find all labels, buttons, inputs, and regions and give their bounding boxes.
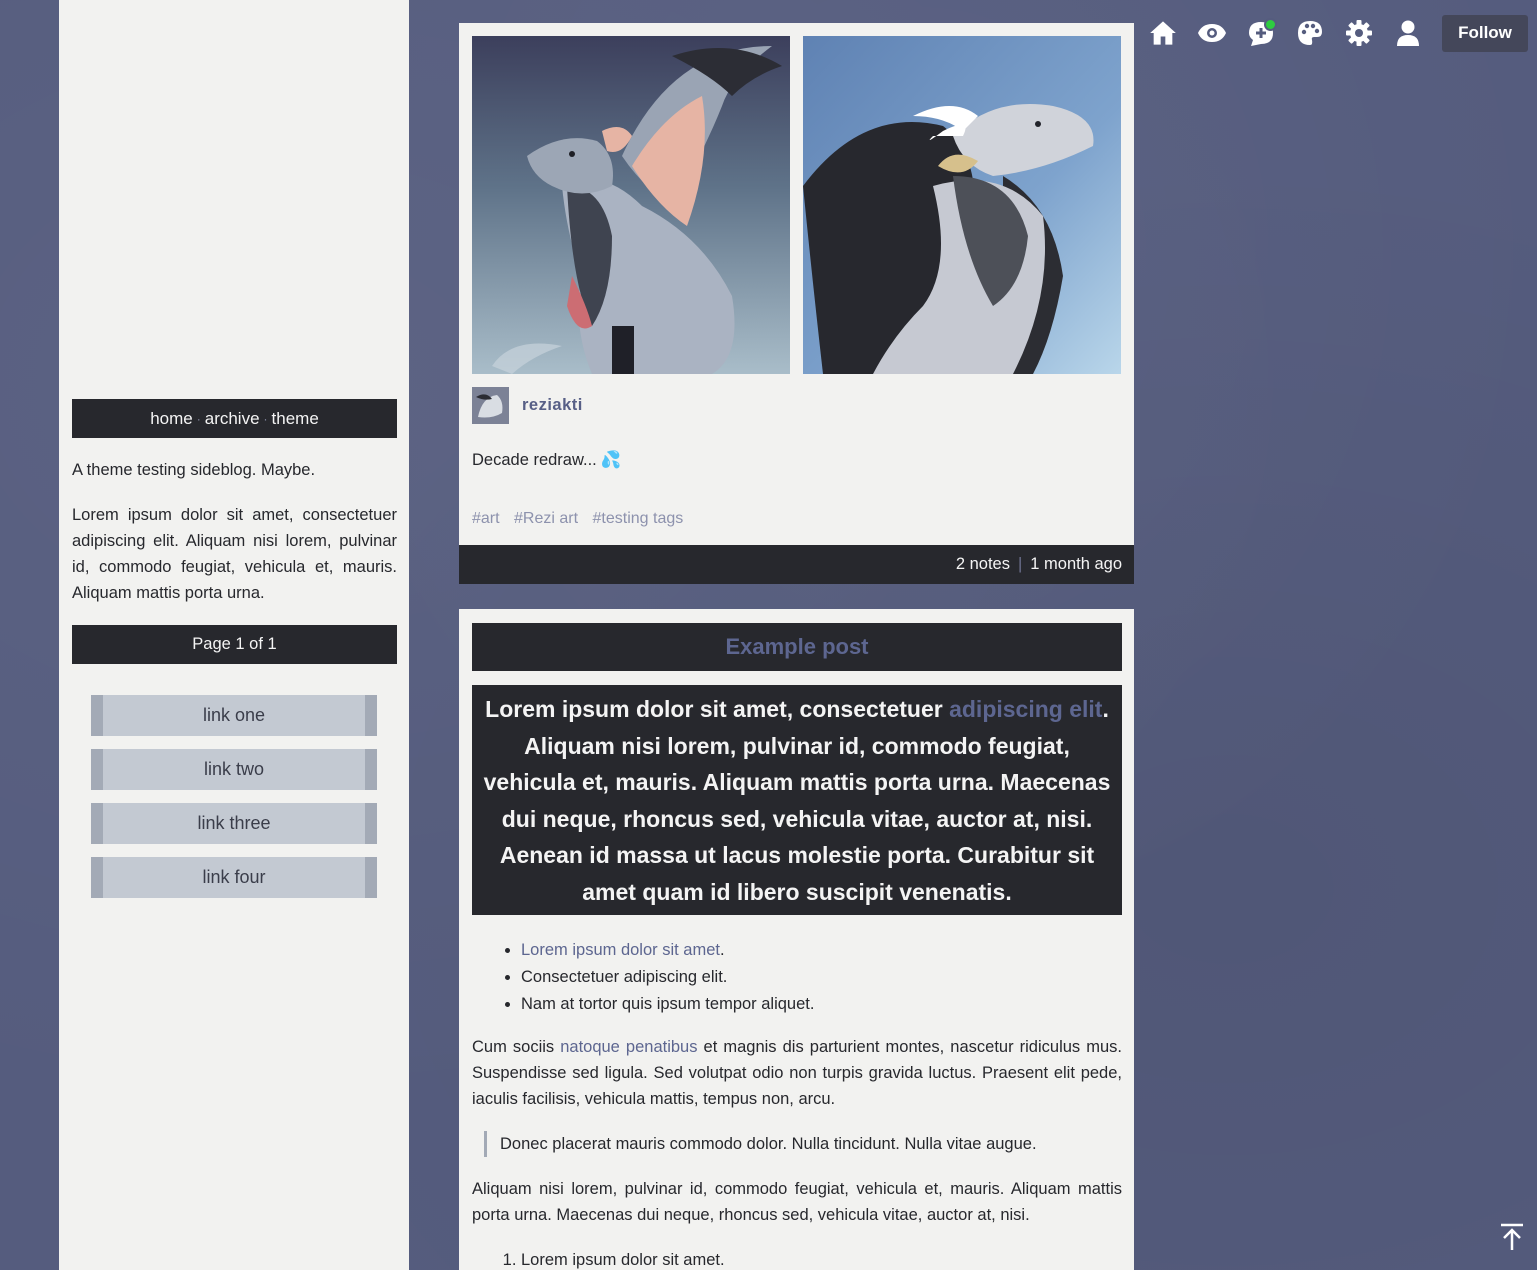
- paragraph-text: Cum sociis: [472, 1038, 561, 1056]
- author-name[interactable]: reziakti: [522, 396, 583, 415]
- gear-icon[interactable]: [1334, 14, 1383, 52]
- post-time[interactable]: 1 month ago: [1030, 555, 1122, 574]
- pagination: Page 1 of 1: [72, 625, 397, 664]
- bullet-punct: .: [720, 941, 725, 959]
- list-item: Lorem ipsum dolor sit amet.: [521, 1247, 725, 1270]
- body-paragraph: Aliquam nisi lorem, pulvinar id, commodo…: [472, 1180, 1122, 1224]
- blockquote: Donec placerat mauris commodo dolor. Nul…: [484, 1131, 1037, 1157]
- ordered-list: Lorem ipsum dolor sit amet.: [521, 1247, 725, 1270]
- quote-text-start: Lorem ipsum dolor sit amet, consectetuer: [485, 696, 950, 722]
- author-avatar[interactable]: [472, 386, 509, 424]
- quote-text-end: . Aliquam nisi lorem, pulvinar id, commo…: [483, 696, 1111, 905]
- nav-theme-link[interactable]: theme: [272, 409, 319, 429]
- user-icon[interactable]: [1383, 14, 1432, 52]
- description-tagline: A theme testing sideblog. Maybe.: [72, 461, 316, 479]
- tumblr-controls: Follow: [1138, 14, 1528, 52]
- post-footer: 2 notes | 1 month ago: [459, 545, 1134, 584]
- notes-count[interactable]: 2 notes: [956, 555, 1010, 574]
- body-paragraph: Cum sociis natoque penatibus et magnis d…: [472, 1034, 1122, 1112]
- sidebar-links: link one link two link three link four: [91, 695, 377, 911]
- bullet-list: Lorem ipsum dolor sit amet. Consectetuer…: [521, 937, 814, 1018]
- post-caption: Decade redraw... 💦: [472, 451, 621, 470]
- photoset: [472, 36, 1122, 374]
- tag-testing-tags[interactable]: #testing tags: [593, 510, 684, 527]
- photo-post: reziakti Decade redraw... 💦 #art #Rezi ar…: [459, 23, 1134, 584]
- post-title[interactable]: Example post: [472, 623, 1122, 671]
- eye-icon[interactable]: [1187, 14, 1236, 52]
- list-item: Nam at tortor quis ipsum tempor aliquet.: [521, 991, 814, 1018]
- caption-text: Decade redraw...: [472, 451, 597, 469]
- nav-separator: ·: [196, 411, 201, 426]
- nav-separator: ·: [263, 411, 268, 426]
- tag-art[interactable]: #art: [472, 510, 500, 527]
- bullet-link[interactable]: Lorem ipsum dolor sit amet: [521, 941, 720, 959]
- nav-home-link[interactable]: home: [150, 409, 193, 429]
- list-item: Consectetuer adipiscing elit.: [521, 964, 814, 991]
- sidebar-link-three[interactable]: link three: [91, 803, 377, 844]
- home-icon[interactable]: [1138, 14, 1187, 52]
- palette-icon[interactable]: [1285, 14, 1334, 52]
- nav-archive-link[interactable]: archive: [205, 409, 260, 429]
- footer-divider: |: [1017, 555, 1023, 573]
- sidebar-link-one[interactable]: link one: [91, 695, 377, 736]
- sidebar: home · archive · theme A theme testing s…: [59, 0, 409, 1270]
- post-author: reziakti: [472, 386, 583, 424]
- back-to-top-icon[interactable]: [1498, 1222, 1526, 1252]
- post-heading-quote: Lorem ipsum dolor sit amet, consectetuer…: [472, 685, 1122, 915]
- follow-button[interactable]: Follow: [1442, 14, 1528, 52]
- sidebar-nav: home · archive · theme: [72, 399, 397, 438]
- text-post: Example post Lorem ipsum dolor sit amet,…: [459, 609, 1134, 1270]
- tag-rezi-art[interactable]: #Rezi art: [514, 510, 578, 527]
- photo-dragon-feathered[interactable]: [472, 36, 790, 374]
- post-tags: #art #Rezi art #testing tags: [472, 510, 693, 528]
- chat-add-icon[interactable]: [1236, 14, 1285, 52]
- sidebar-link-two[interactable]: link two: [91, 749, 377, 790]
- notification-dot: [1264, 18, 1277, 31]
- paragraph-link[interactable]: natoque penatibus: [560, 1038, 697, 1056]
- sidebar-description: A theme testing sideblog. Maybe. Lorem i…: [72, 457, 397, 625]
- description-body: Lorem ipsum dolor sit amet, consectetuer…: [72, 506, 397, 602]
- sidebar-link-four[interactable]: link four: [91, 857, 377, 898]
- sweat-drops-icon: 💦: [600, 451, 622, 469]
- photo-dragon-black-wings[interactable]: [803, 36, 1121, 374]
- quote-link[interactable]: adipiscing elit: [949, 696, 1102, 722]
- list-item: Lorem ipsum dolor sit amet.: [521, 937, 814, 964]
